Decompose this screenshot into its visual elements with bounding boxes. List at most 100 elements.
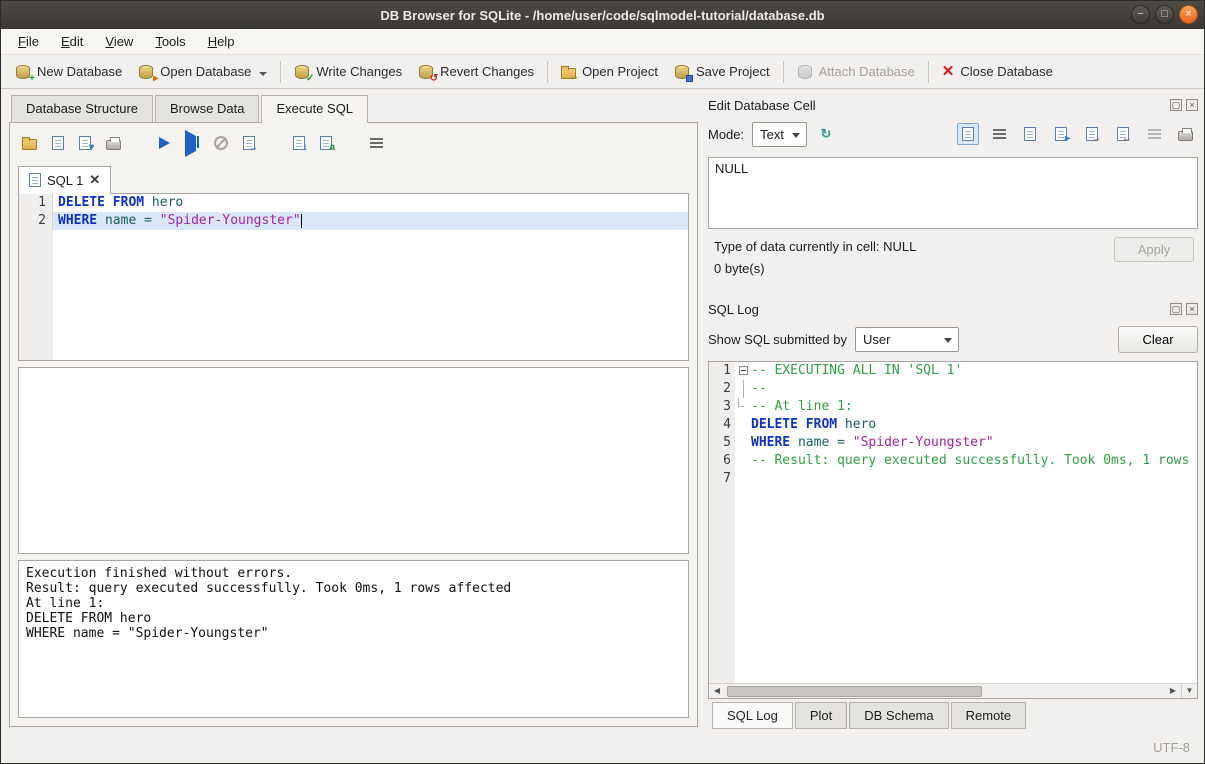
open-database-button[interactable]: ▸ Open Database	[130, 60, 275, 84]
float-dock-icon[interactable]: ▢	[1170, 99, 1182, 111]
import-cell-data-icon[interactable]: →	[1081, 123, 1103, 145]
print-sql-icon[interactable]	[106, 140, 121, 150]
close-dock-icon[interactable]: ×	[1186, 303, 1198, 315]
open-project-button[interactable]: → Open Project	[553, 60, 666, 83]
window-title: DB Browser for SQLite - /home/user/code/…	[1, 8, 1204, 23]
close-dock-icon[interactable]: ×	[1186, 99, 1198, 111]
sql-tab-label: SQL 1	[47, 173, 83, 188]
editor-line: 2 WHERE name = "Spider-Youngster"	[19, 212, 688, 230]
execution-status-log[interactable]: Execution finished without errors. Resul…	[18, 560, 689, 718]
open-database-dropdown-arrow[interactable]	[259, 72, 267, 76]
word-wrap-cell-icon[interactable]	[988, 123, 1010, 145]
fold-line	[735, 398, 751, 416]
cell-type-info: Type of data currently in cell: NULL	[714, 239, 916, 254]
set-null-icon	[1143, 123, 1165, 145]
sql-tab-close-icon[interactable]: ✕	[89, 172, 100, 188]
close-database-button[interactable]: ✕ Close Database	[934, 60, 1061, 83]
sql-editor-toolbar: ▾ → ↓ a	[18, 131, 689, 155]
encoding-indicator[interactable]: UTF-8	[1153, 740, 1190, 755]
cell-editor-area[interactable]: NULL	[708, 157, 1198, 229]
sql-log-view[interactable]: 1 -- EXECUTING ALL IN 'SQL 1' 2 -- 3 -- …	[708, 361, 1198, 699]
export-results-icon[interactable]: →	[243, 136, 255, 150]
sql-code-editor[interactable]: 1 DELETE FROM hero 2 WHERE name = "Spide…	[18, 193, 689, 361]
line-number: 1	[19, 194, 53, 212]
horizontal-scrollbar[interactable]: ◀ ▶ ▼	[709, 683, 1197, 698]
cell-mode-row: Mode: Text ↻ ▸ → ←	[708, 119, 1198, 149]
fold-marker[interactable]	[735, 362, 751, 380]
editor-line: 1 DELETE FROM hero	[19, 194, 688, 212]
cell-size-info: 0 byte(s)	[714, 261, 765, 276]
scroll-left-icon[interactable]: ◀	[709, 684, 725, 698]
menu-edit[interactable]: Edit	[52, 31, 92, 52]
title-bar[interactable]: DB Browser for SQLite - /home/user/code/…	[1, 1, 1204, 29]
write-changes-button[interactable]: ✓ Write Changes	[286, 60, 410, 84]
menu-file[interactable]: File	[9, 31, 48, 52]
results-grid[interactable]	[18, 367, 689, 554]
close-button[interactable]: ×	[1179, 5, 1198, 24]
tab-browse-data[interactable]: Browse Data	[155, 95, 259, 122]
scrollbar-thumb[interactable]	[727, 686, 982, 697]
print-cell-icon[interactable]	[1174, 123, 1196, 145]
menu-tools[interactable]: Tools	[146, 31, 194, 52]
scrollbar-track[interactable]	[725, 685, 1165, 698]
maximize-button[interactable]: □	[1155, 5, 1174, 24]
open-cell-data-icon[interactable]	[1019, 123, 1041, 145]
execute-sql-pane: ▾ → ↓ a SQL 1	[9, 122, 698, 727]
tab-database-structure[interactable]: Database Structure	[11, 95, 153, 122]
log-line: 1 -- EXECUTING ALL IN 'SQL 1'	[709, 362, 1197, 380]
execute-all-icon[interactable]	[159, 137, 170, 149]
save-sql-file-icon[interactable]	[52, 136, 64, 150]
tab-remote[interactable]: Remote	[951, 702, 1027, 729]
log-line: 6 -- Result: query executed successfully…	[709, 452, 1197, 470]
find-replace-icon[interactable]: a	[320, 136, 332, 150]
code-line-current: WHERE name = "Spider-Youngster"	[53, 212, 688, 230]
word-wrap-icon[interactable]	[370, 138, 383, 148]
revert-changes-button[interactable]: ↺ Revert Changes	[410, 60, 542, 84]
text-mode-icon[interactable]	[957, 123, 979, 145]
execute-current-line-icon[interactable]	[185, 136, 199, 151]
new-database-button[interactable]: + New Database	[7, 60, 130, 84]
find-icon[interactable]: ↓	[293, 136, 305, 150]
float-dock-icon[interactable]: ▢	[1170, 303, 1182, 315]
right-panel: Edit Database Cell ▢ × Mode: Text ↻ ▸ → …	[704, 89, 1204, 731]
main-toolbar: + New Database ▸ Open Database ✓ Write C…	[1, 55, 1204, 89]
tab-sql-log[interactable]: SQL Log	[712, 702, 793, 729]
exec-log-line: At line 1:	[26, 596, 681, 611]
minimize-button[interactable]: −	[1131, 5, 1150, 24]
copy-cell-data-icon[interactable]: ▸	[1050, 123, 1072, 145]
tab-plot[interactable]: Plot	[795, 702, 847, 729]
submitted-by-combobox[interactable]: User	[855, 327, 959, 352]
exec-log-line: WHERE name = "Spider-Youngster"	[26, 626, 681, 641]
scroll-down-icon[interactable]: ▼	[1181, 684, 1197, 698]
export-cell-data-icon[interactable]: ←	[1112, 123, 1134, 145]
save-project-icon	[674, 64, 690, 80]
exec-log-line: Execution finished without errors.	[26, 566, 681, 581]
tab-db-schema[interactable]: DB Schema	[849, 702, 948, 729]
log-line: 5 WHERE name = "Spider-Youngster"	[709, 434, 1197, 452]
status-bar: UTF-8	[1, 731, 1204, 763]
tab-execute-sql[interactable]: Execute SQL	[261, 95, 368, 123]
exec-log-line: Result: query executed successfully. Too…	[26, 581, 681, 596]
menu-view[interactable]: View	[96, 31, 142, 52]
sql-1-tab[interactable]: SQL 1 ✕	[18, 166, 111, 194]
toolbar-separator	[928, 61, 929, 83]
write-changes-icon: ✓	[294, 64, 310, 80]
save-sql-file-as-icon[interactable]: ▾	[79, 136, 91, 150]
attach-database-button: Attach Database	[789, 60, 923, 84]
auto-refresh-icon[interactable]: ↻	[815, 123, 837, 145]
stop-execution-icon	[214, 136, 228, 150]
mode-combobox[interactable]: Text	[752, 122, 807, 147]
toolbar-separator	[280, 61, 281, 83]
mode-label: Mode:	[708, 127, 744, 142]
menu-bar: File Edit View Tools Help	[1, 29, 1204, 55]
new-database-icon: +	[15, 64, 31, 80]
toolbar-separator	[783, 61, 784, 83]
open-project-icon: →	[561, 68, 576, 79]
sql-log-rows: 1 -- EXECUTING ALL IN 'SQL 1' 2 -- 3 -- …	[709, 362, 1197, 683]
log-line: 3 -- At line 1:	[709, 398, 1197, 416]
scroll-right-icon[interactable]: ▶	[1165, 684, 1181, 698]
save-project-button[interactable]: Save Project	[666, 60, 778, 84]
clear-log-button[interactable]: Clear	[1118, 326, 1198, 353]
open-sql-file-icon[interactable]	[22, 139, 37, 150]
menu-help[interactable]: Help	[199, 31, 244, 52]
